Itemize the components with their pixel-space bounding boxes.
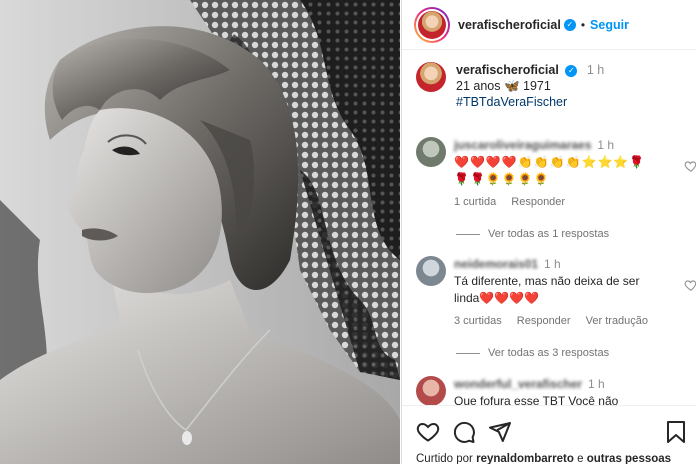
follow-button[interactable]: Seguir xyxy=(590,18,629,32)
comment-username[interactable]: wonderful_verafischer xyxy=(454,377,582,391)
comment-username[interactable]: juscaroliveiraguimaraes xyxy=(454,138,591,152)
comment-like-heart-icon[interactable] xyxy=(684,278,696,292)
comment-likes[interactable]: 3 curtidas xyxy=(454,315,502,327)
liked-by-others[interactable]: outras pessoas xyxy=(587,453,671,464)
comment-text: ❤️❤️❤️❤️👏👏👏👏⭐⭐⭐🌹 xyxy=(454,155,646,169)
liked-by-text: Curtido por reynaldombarreto e outras pe… xyxy=(416,453,671,464)
verified-badge-icon: ✓ xyxy=(565,64,578,77)
verified-badge-icon: ✓ xyxy=(563,18,576,31)
photo-artwork xyxy=(0,0,400,464)
commenter-avatar[interactable] xyxy=(416,137,446,167)
author-avatar[interactable] xyxy=(414,6,450,43)
comment-reply-button[interactable]: Responder xyxy=(511,196,565,208)
comment-item: neidemorais01 1 h Tá diferente, mas não d… xyxy=(416,256,696,330)
caption-hashtag[interactable]: #TBTdaVeraFischer xyxy=(456,94,604,110)
comment-text: Tá diferente, mas não deixa de ser xyxy=(454,274,640,288)
bookmark-icon[interactable] xyxy=(665,420,687,444)
comment-username[interactable]: neidemorais01 xyxy=(454,257,538,271)
post-header: verafischeroficial ✓ • Seguir xyxy=(402,0,696,50)
liked-by-prefix: Curtido por xyxy=(416,453,473,464)
caption-avatar[interactable] xyxy=(416,62,446,92)
view-replies-label[interactable]: Ver todas as 1 respostas xyxy=(488,228,609,240)
view-replies-button[interactable]: Ver todas as 3 respostas xyxy=(456,347,609,359)
comment-text-line2: linda❤️❤️❤️❤️ xyxy=(454,291,540,305)
view-replies-label[interactable]: Ver todas as 3 respostas xyxy=(488,347,609,359)
separator-dot: • xyxy=(580,17,586,32)
view-replies-button[interactable]: Ver todas as 1 respostas xyxy=(456,228,609,240)
comment-text-line2: 🌹🌹🌻🌻🌻🌻 xyxy=(454,172,550,186)
liked-by-user[interactable]: reynaldombarreto xyxy=(476,453,574,464)
post-caption: verafischeroficial ✓ 1 h 21 anos 🦋 1971 … xyxy=(416,62,604,110)
comment-item: juscaroliveiraguimaraes 1 h ❤️❤️❤️❤️👏👏👏👏⭐… xyxy=(416,137,696,211)
liked-by-middle: e xyxy=(577,453,584,464)
post-side-panel: verafischeroficial ✓ • Seguir verafische… xyxy=(401,0,696,464)
comment-time[interactable]: 1 h xyxy=(597,138,614,152)
comment-like-heart-icon[interactable] xyxy=(684,159,696,173)
commenter-avatar[interactable] xyxy=(416,256,446,286)
share-icon[interactable] xyxy=(488,420,512,444)
caption-username[interactable]: verafischeroficial xyxy=(456,63,559,77)
translate-button[interactable]: Ver tradução xyxy=(586,315,648,327)
post-photo[interactable] xyxy=(0,0,400,464)
post-actions-bar: Curtido por reynaldombarreto e outras pe… xyxy=(402,405,696,464)
comment-time[interactable]: 1 h xyxy=(588,377,605,391)
comment-likes[interactable]: 1 curtida xyxy=(454,196,496,208)
caption-text: 21 anos 🦋 1971 xyxy=(456,79,551,93)
heart-icon[interactable] xyxy=(416,420,440,444)
caption-time[interactable]: 1 h xyxy=(587,63,604,77)
comment-icon[interactable] xyxy=(452,420,476,444)
commenter-avatar[interactable] xyxy=(416,376,446,406)
comment-time[interactable]: 1 h xyxy=(544,257,561,271)
author-username[interactable]: verafischeroficial xyxy=(458,18,561,32)
comment-reply-button[interactable]: Responder xyxy=(517,315,571,327)
